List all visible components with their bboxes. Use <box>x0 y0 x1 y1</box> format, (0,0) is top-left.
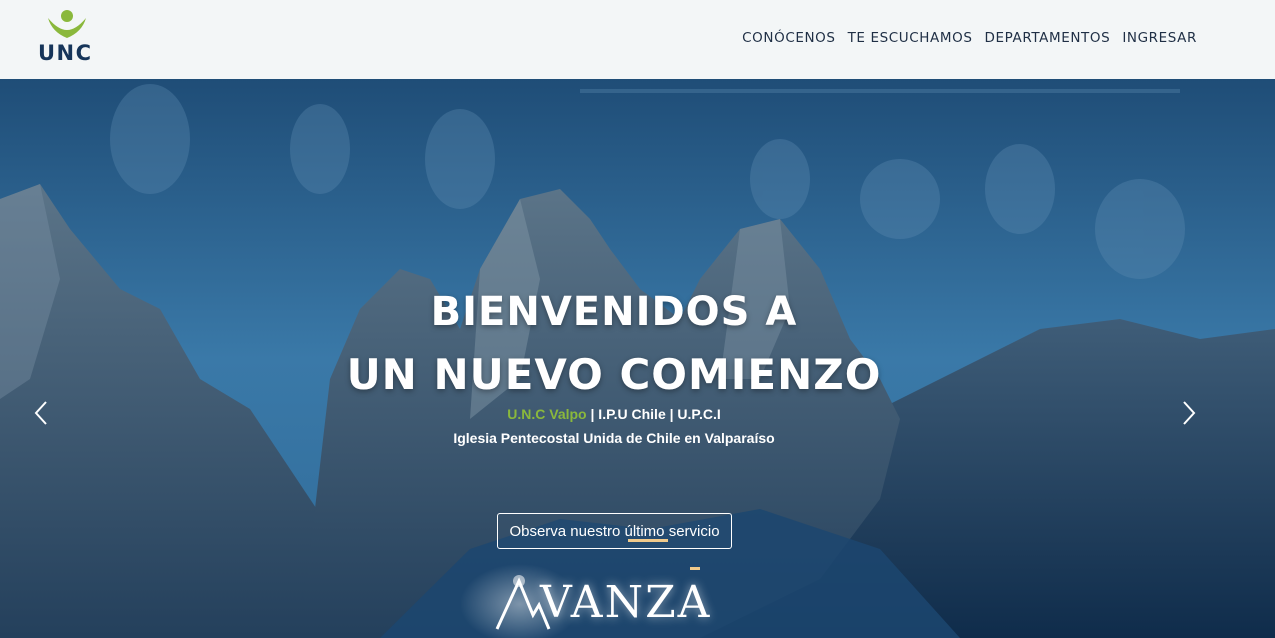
navbar: UNC CONÓCENOS TE ESCUCHAMOS DEPARTAMENTO… <box>0 0 1275 79</box>
hero-content: BIENVENIDOS A UN NUEVO COMIENZO U.N.C Va… <box>0 79 1275 638</box>
avanza-campaign-logo: VANZA <box>493 571 743 638</box>
watch-service-label: Observa nuestro último servicio <box>509 522 720 540</box>
affiliation-highlight: U.N.C Valpo <box>507 406 587 422</box>
chevron-left-icon <box>34 401 47 425</box>
nav-conocenos[interactable]: CONÓCENOS <box>742 30 835 46</box>
hero-carousel: BIENVENIDOS A UN NUEVO COMIENZO U.N.C Va… <box>0 79 1275 638</box>
unc-logo[interactable]: UNC <box>37 8 97 66</box>
carousel-next-button[interactable] <box>1173 398 1203 428</box>
nav-te-escuchamos[interactable]: TE ESCUCHAMOS <box>848 30 973 46</box>
main-nav: CONÓCENOS TE ESCUCHAMOS DEPARTAMENTOS IN… <box>742 30 1197 46</box>
person-leaf-icon <box>48 10 86 38</box>
hero-title-line2: UN NUEVO COMIENZO <box>346 350 882 399</box>
carousel-prev-button[interactable] <box>27 398 57 428</box>
nav-ingresar[interactable]: INGRESAR <box>1122 30 1197 46</box>
affiliations: U.N.C Valpo | I.P.U Chile | U.P.C.I <box>0 406 1228 422</box>
logo-text: UNC <box>38 41 93 65</box>
hero-title-line1: BIENVENIDOS A <box>430 289 798 335</box>
church-name: Iglesia Pentecostal Unida de Chile en Va… <box>453 430 775 446</box>
nav-departamentos[interactable]: DEPARTAMENTOS <box>985 30 1111 46</box>
avanza-text: VANZA <box>540 577 712 628</box>
watch-service-button[interactable]: Observa nuestro último servicio <box>497 513 732 549</box>
chevron-right-icon <box>1183 401 1196 425</box>
affiliation-rest: | I.P.U Chile | U.P.C.I <box>586 406 721 422</box>
